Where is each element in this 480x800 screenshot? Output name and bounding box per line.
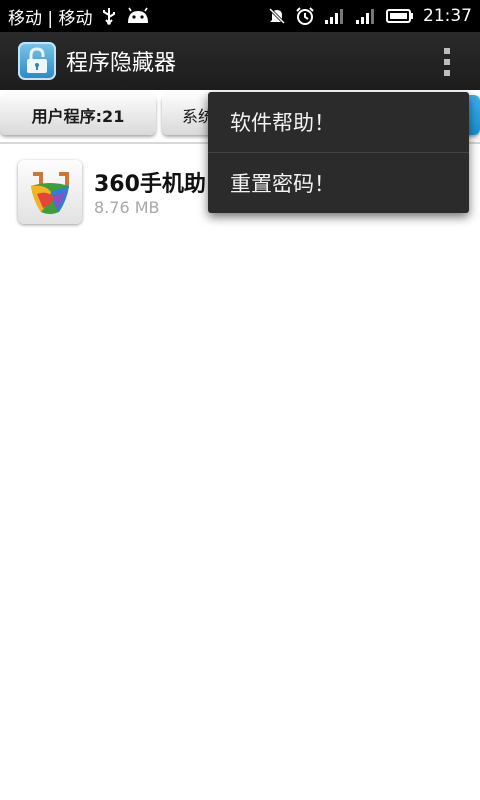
app-size: 8.76 MB — [94, 198, 160, 217]
app-360-icon — [18, 160, 82, 224]
carrier-label: 移动 | 移动 — [8, 8, 93, 29]
signal-icon-1 — [324, 7, 346, 25]
overflow-dot — [444, 70, 450, 76]
menu-item-help[interactable]: 软件帮助！ — [208, 92, 469, 152]
alarm-icon — [295, 6, 315, 26]
clock: 21:37 — [423, 6, 472, 26]
screen: 移动 | 移动 21:37 程序隐藏器 用户程序:21 系统 360手机助 8.… — [0, 0, 480, 800]
status-right: 21:37 — [268, 6, 472, 26]
app-title: 程序隐藏器 — [66, 51, 177, 76]
overflow-dot — [444, 59, 450, 65]
android-debug-icon — [125, 7, 151, 25]
overflow-dot — [444, 48, 450, 54]
status-left: 移动 | 移动 — [8, 4, 151, 29]
muted-bell-icon — [268, 7, 286, 25]
overflow-popup-menu: 软件帮助！ 重置密码！ — [208, 92, 469, 213]
tab-user-programs[interactable]: 用户程序:21 — [0, 95, 156, 135]
action-bar: 程序隐藏器 — [0, 32, 480, 90]
lock-icon — [18, 42, 56, 80]
usb-icon — [101, 7, 117, 25]
status-bar: 移动 | 移动 21:37 — [0, 0, 480, 32]
menu-item-reset-password[interactable]: 重置密码！ — [208, 153, 469, 213]
overflow-menu-button[interactable] — [442, 48, 452, 76]
app-name: 360手机助 — [94, 172, 206, 197]
signal-icon-2 — [355, 7, 377, 25]
battery-icon — [386, 8, 414, 24]
